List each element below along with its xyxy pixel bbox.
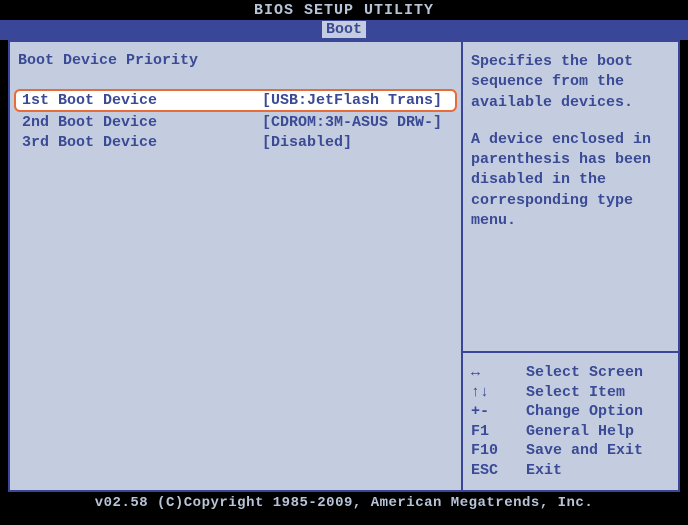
bios-screen: BIOS SETUP UTILITY Boot Boot Device Prio… (0, 0, 688, 525)
boot-item-label: 2nd Boot Device (22, 114, 262, 131)
boot-item-label: 3rd Boot Device (22, 134, 262, 151)
hint-label: General Help (526, 422, 634, 442)
help-text-2: A device enclosed in parenthesis has bee… (471, 130, 670, 231)
divider (463, 351, 678, 353)
hint-label: Select Item (526, 383, 625, 403)
boot-item-value: [Disabled] (262, 134, 449, 151)
hint-label: Exit (526, 461, 562, 481)
boot-item-label: 1st Boot Device (22, 92, 262, 109)
content-area: Boot Device Priority 1st Boot Device [US… (8, 40, 680, 492)
footer: v02.58 (C)Copyright 1985-2009, American … (0, 492, 688, 511)
hint-key: F10 (471, 441, 526, 461)
panel-title: Boot Device Priority (18, 52, 453, 69)
boot-item-value: [USB:JetFlash Trans] (262, 92, 449, 109)
boot-item-1[interactable]: 1st Boot Device [USB:JetFlash Trans] (14, 89, 457, 112)
hint-general-help: F1 General Help (471, 422, 670, 442)
title-bar: BIOS SETUP UTILITY (0, 0, 688, 20)
tab-bar: Boot (0, 20, 688, 40)
hint-key: ↑↓ (471, 383, 526, 403)
hint-select-item: ↑↓ Select Item (471, 383, 670, 403)
hint-select-screen: ↔ Select Screen (471, 363, 670, 383)
help-text-1: Specifies the boot sequence from the ava… (471, 52, 670, 113)
app-title: BIOS SETUP UTILITY (254, 2, 434, 19)
hint-exit: ESC Exit (471, 461, 670, 481)
boot-item-3[interactable]: 3rd Boot Device [Disabled] (18, 133, 453, 152)
boot-item-2[interactable]: 2nd Boot Device [CDROM:3M-ASUS DRW-] (18, 113, 453, 132)
help-panel: Specifies the boot sequence from the ava… (463, 42, 678, 490)
hint-key: ↔ (471, 363, 526, 383)
hint-key: +- (471, 402, 526, 422)
main-panel: Boot Device Priority 1st Boot Device [US… (10, 42, 463, 490)
hint-save-exit: F10 Save and Exit (471, 441, 670, 461)
hint-label: Change Option (526, 402, 643, 422)
tab-boot[interactable]: Boot (322, 21, 366, 38)
hint-change-option: +- Change Option (471, 402, 670, 422)
hint-label: Select Screen (526, 363, 643, 383)
hint-key: ESC (471, 461, 526, 481)
boot-item-value: [CDROM:3M-ASUS DRW-] (262, 114, 449, 131)
hint-label: Save and Exit (526, 441, 643, 461)
hint-key: F1 (471, 422, 526, 442)
hint-list: ↔ Select Screen ↑↓ Select Item +- Change… (471, 341, 670, 480)
footer-text: v02.58 (C)Copyright 1985-2009, American … (95, 495, 593, 511)
